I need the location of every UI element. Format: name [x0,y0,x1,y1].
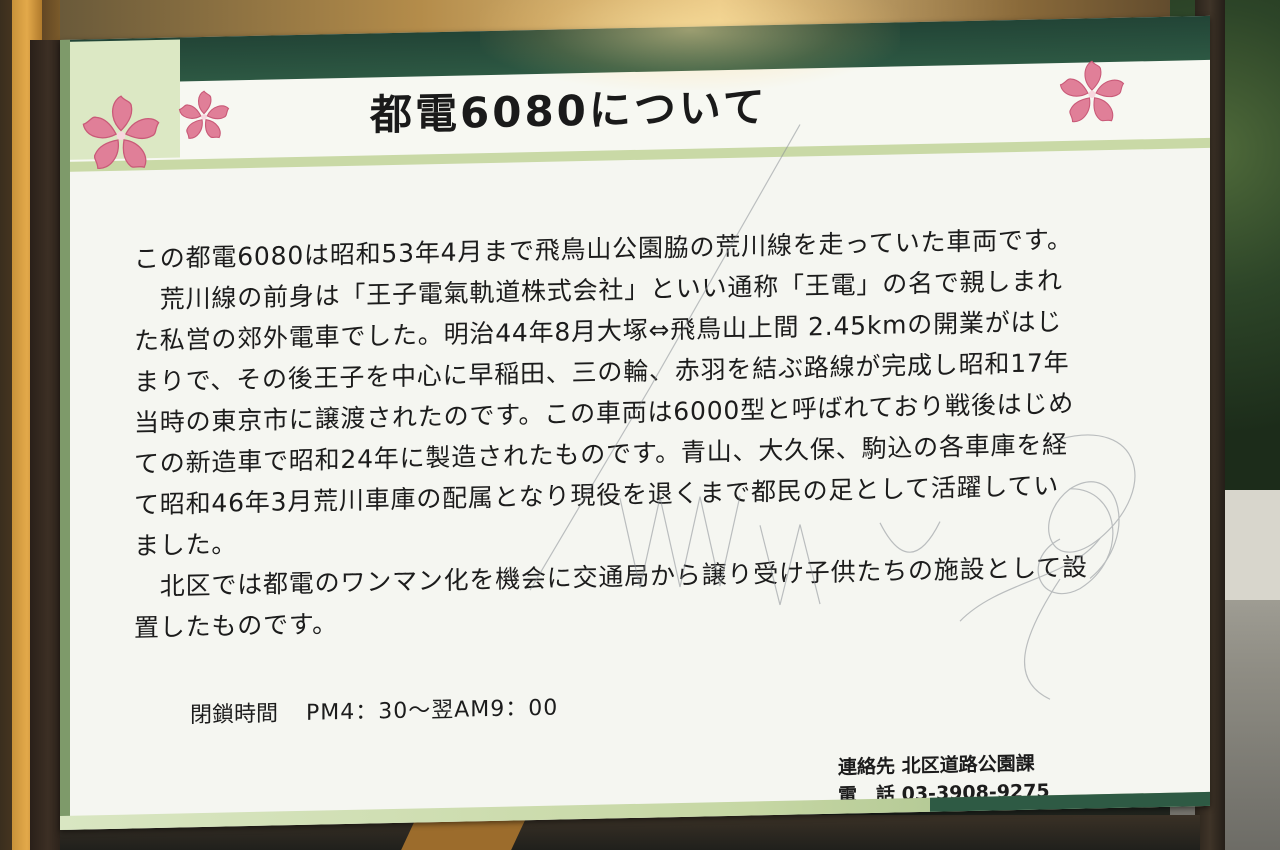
cherry-blossom-icon [178,90,230,139]
closing-hours: 閉鎖時間 PM4：30～翌AM9：00 [190,690,558,730]
cherry-blossom-icon [1059,60,1125,123]
sign-body: この都電6080は昭和53年4月まで飛鳥山公園脇の荒川線を走っていた車両です。 … [134,218,1124,649]
contact-department: 連絡先 北区道路公園課 [838,752,1035,779]
closing-label: 閉鎖時間 [190,701,279,729]
information-sign: 都電6080について この都電6080は昭和53年4月まで飛鳥山公園脇の荒川線を… [60,15,1210,831]
closing-time: PM4：30～翌AM9：00 [306,695,559,726]
photo-scene: 都電6080について この都電6080は昭和53年4月まで飛鳥山公園脇の荒川線を… [0,0,1280,850]
cherry-blossom-icon [82,95,160,169]
sign-title: 都電6080について [370,82,768,140]
sign-frame-left [60,39,70,831]
